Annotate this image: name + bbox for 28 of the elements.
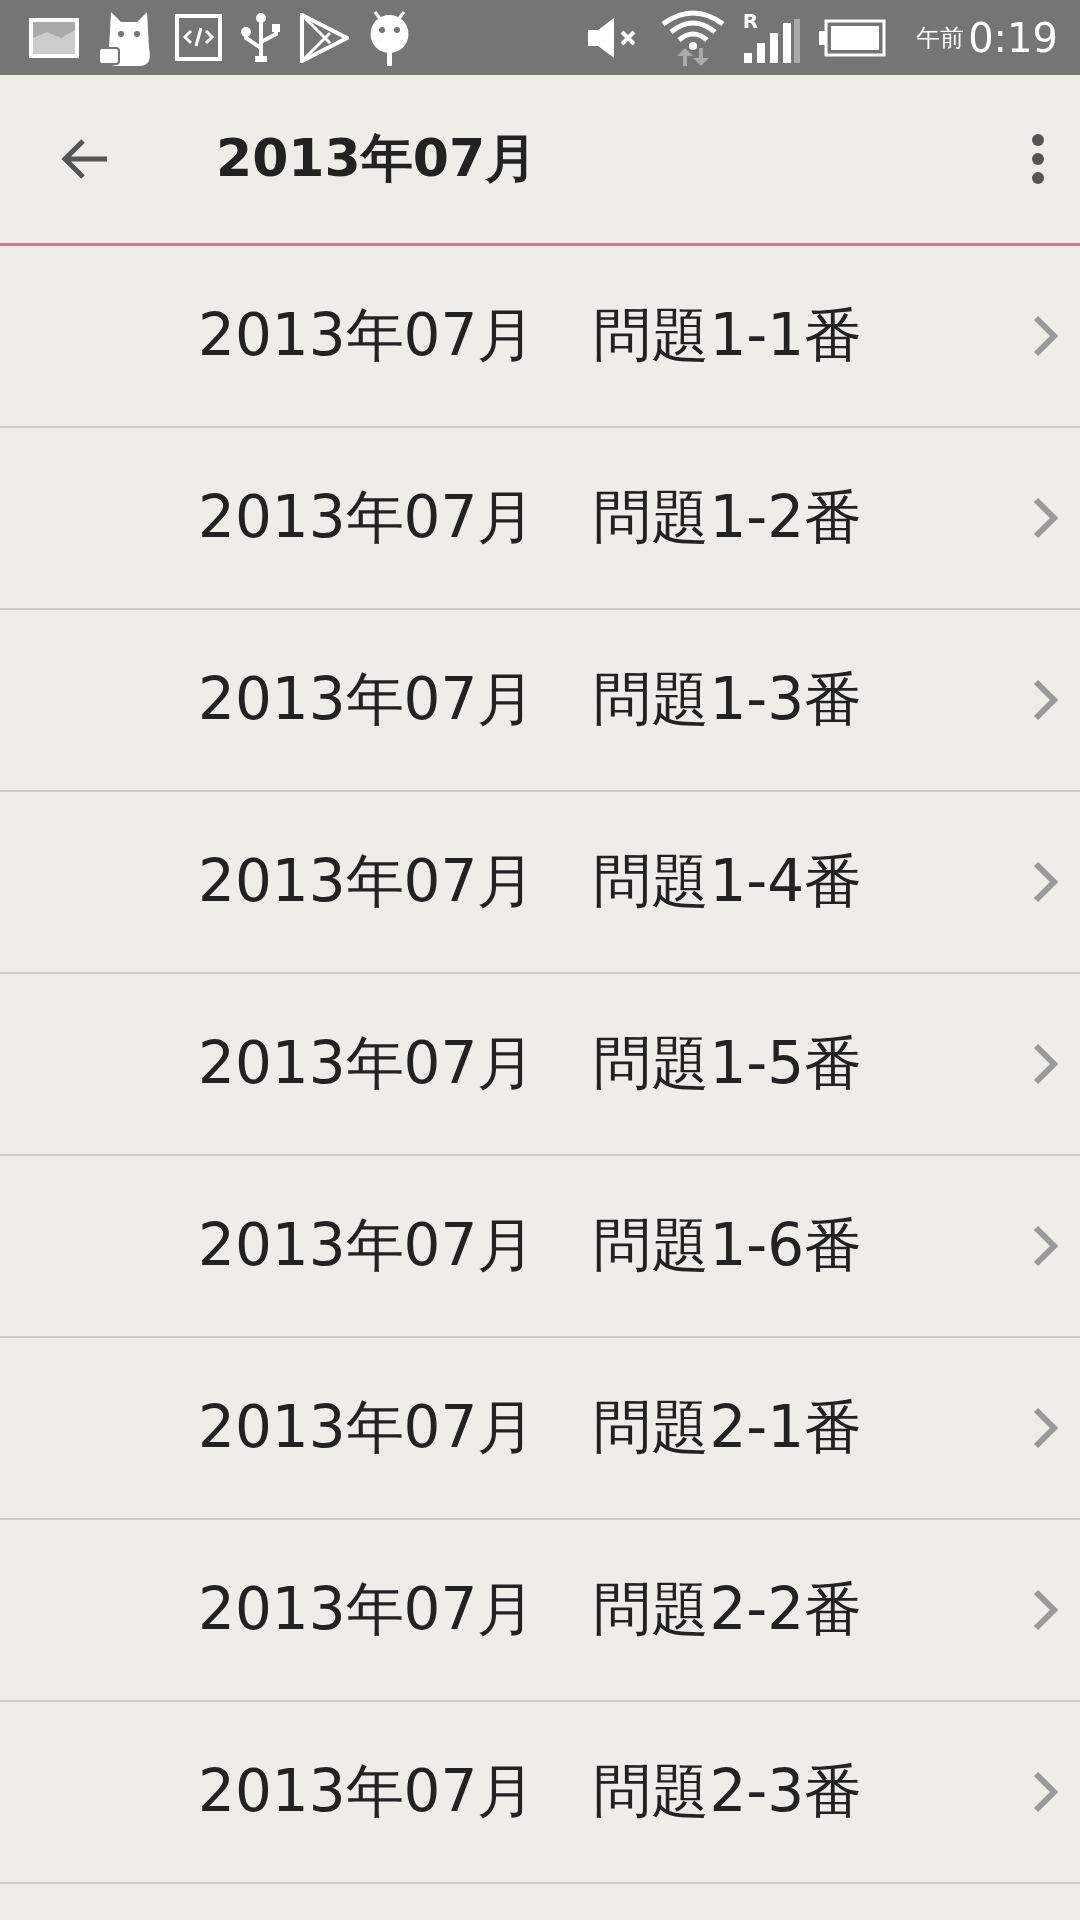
play-icon: [300, 12, 349, 63]
image-icon: [27, 15, 81, 60]
list-item[interactable]: 2013年07月 問題2-1番: [0, 1338, 1080, 1520]
list-item[interactable]: 2013年07月 問題2-3番: [0, 1702, 1080, 1884]
list-item[interactable]: 2013年07月 問題1-5番: [0, 974, 1080, 1156]
chevron-icon: [1032, 1770, 1058, 1814]
roaming-indicator: R: [742, 8, 759, 33]
list-item[interactable]: 2013年07月 問題1-4番: [0, 792, 1080, 974]
page-title: 2013年07月: [216, 127, 539, 190]
chevron-icon: [1032, 678, 1058, 722]
wifi-icon: [660, 9, 725, 66]
list-item[interactable]: 2013年07月 問題1-3番: [0, 610, 1080, 792]
chevron-icon: [1032, 496, 1058, 540]
chevron-icon: [1032, 1042, 1058, 1086]
time-prefix: 午前: [916, 22, 965, 54]
list-item[interactable]: 2013年07月 問題1-2番: [0, 428, 1080, 610]
usb-icon: [240, 11, 282, 64]
list-item[interactable]: 2013年07月 問題1-6番: [0, 1156, 1080, 1338]
chevron-icon: [1032, 1406, 1058, 1450]
list-item[interactable]: 2013年07月 問題1-1番: [0, 246, 1080, 428]
list-item[interactable]: 2013年07月 問題2-2番: [0, 1520, 1080, 1702]
chevron-icon: [1032, 1224, 1058, 1268]
chevron-icon: [1032, 860, 1058, 904]
code-icon: [175, 14, 222, 61]
clock: 0:19: [968, 14, 1058, 61]
battery-icon: [818, 18, 887, 57]
chevron-icon: [1032, 314, 1058, 358]
chevron-icon: [1032, 1588, 1058, 1632]
